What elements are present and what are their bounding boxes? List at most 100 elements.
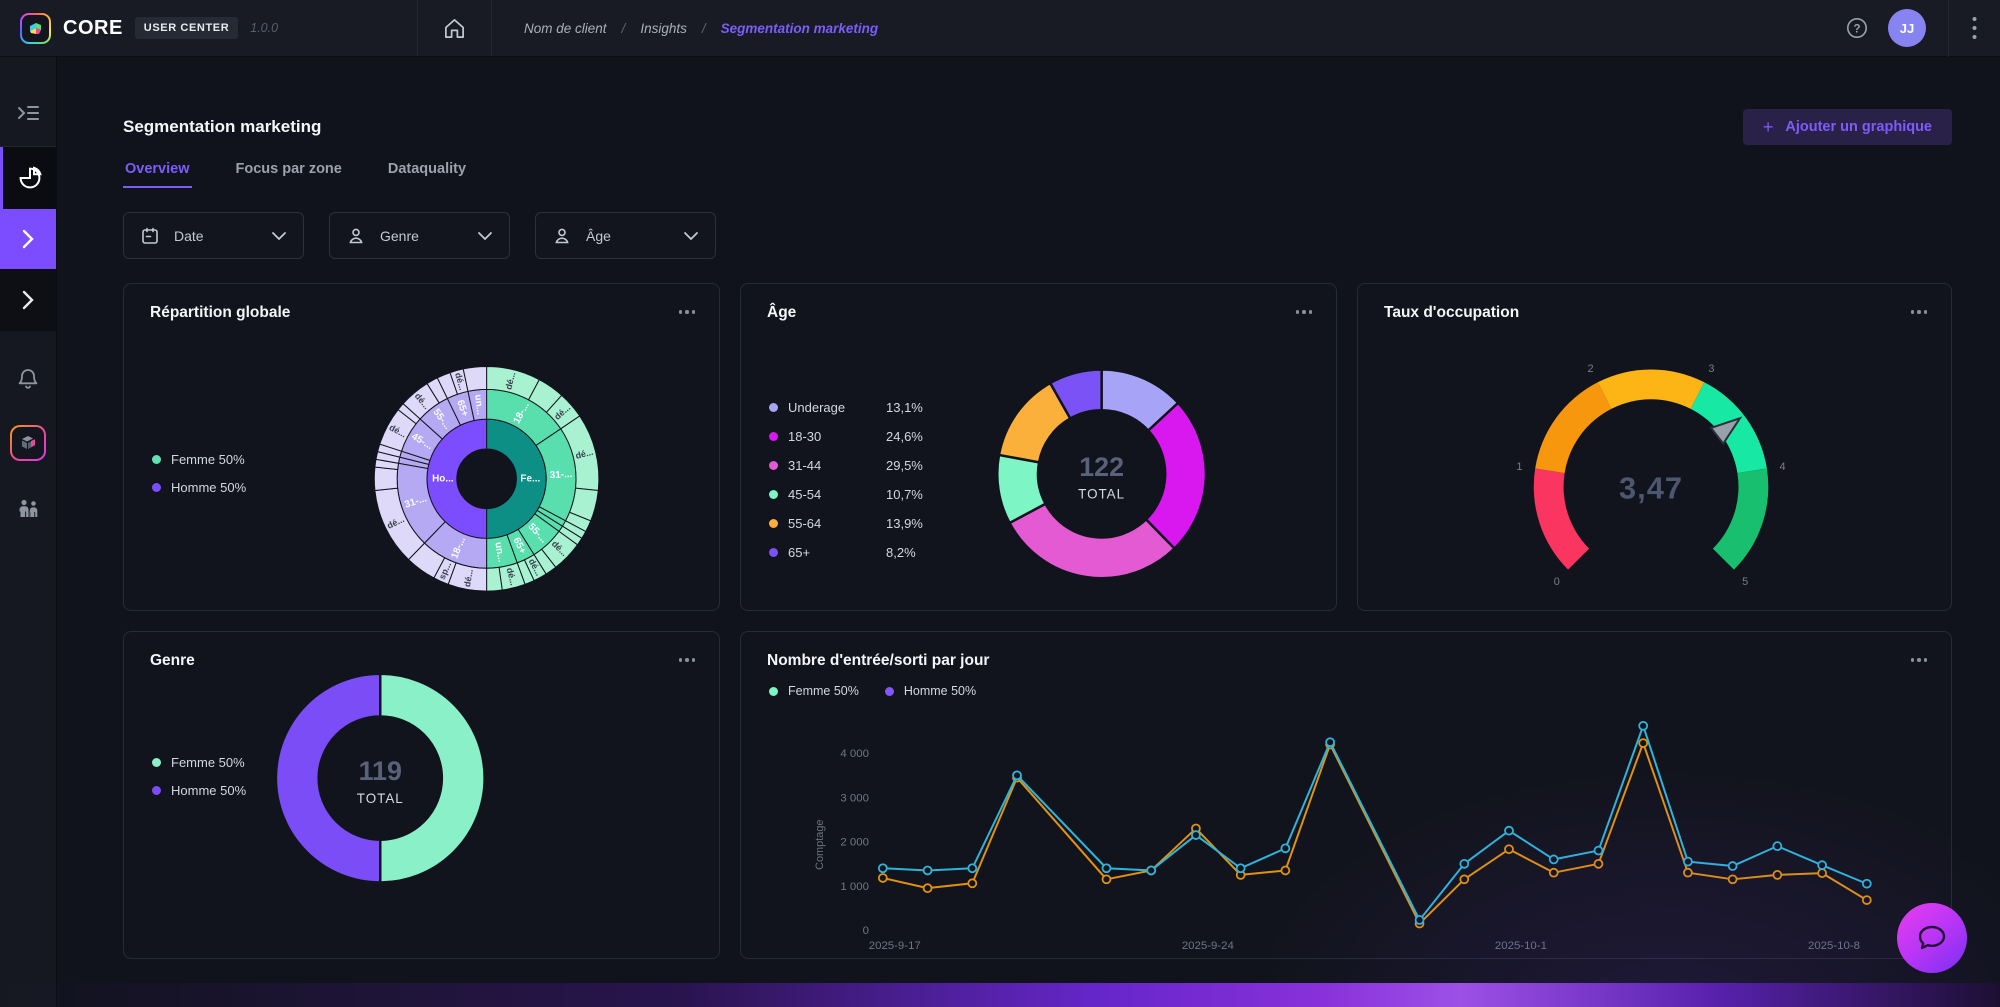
help-icon: ?	[1846, 17, 1868, 39]
core-logo-glyph	[27, 20, 44, 37]
legend-label: 31-44	[788, 458, 876, 473]
svg-text:Fe...: Fe...	[520, 473, 540, 484]
legend-label: 18-30	[788, 429, 876, 444]
chevron-down-icon	[271, 231, 287, 241]
sunburst-chart[interactable]: Fe...Ho...18-...31-...55-...65+un...18-.…	[124, 284, 719, 610]
tab-overview[interactable]: Overview	[123, 161, 192, 188]
legend-item[interactable]: 18-30 24,6%	[769, 429, 923, 444]
chat-fab-button[interactable]	[1897, 903, 1967, 973]
svg-text:2025-9-24: 2025-9-24	[1182, 940, 1235, 952]
legend-item[interactable]: 55-6413,9%	[769, 516, 923, 531]
main-content: Segmentation marketing + Ajouter un grap…	[57, 57, 2000, 1007]
svg-text:Comptage: Comptage	[814, 819, 826, 869]
card-menu-button[interactable]	[1909, 652, 1930, 668]
breadcrumb-item[interactable]: Nom de client	[524, 21, 607, 36]
svg-text:3,47: 3,47	[1619, 471, 1683, 506]
sidebar-item-insights[interactable]	[0, 147, 56, 209]
topbar-menu-button[interactable]	[1949, 16, 2000, 40]
legend-label: Femme 50%	[788, 684, 859, 698]
chart-legend: Femme 50% Homme 50%	[152, 452, 246, 495]
avatar[interactable]: JJ	[1888, 9, 1926, 47]
legend-label: Homme 50%	[171, 480, 246, 495]
plus-icon: +	[1763, 120, 1774, 134]
filter-label: Genre	[380, 228, 419, 244]
cards-grid: Répartition globale Femme 50%Homme 50% F…	[123, 283, 1952, 959]
legend-item[interactable]: 31-4429,5%	[769, 458, 923, 473]
legend-item[interactable]: 65+8,2%	[769, 545, 923, 560]
filter-genre[interactable]: Genre	[329, 212, 510, 259]
chart-legend: Femme 50% Homme 50%	[152, 755, 246, 798]
sidebar	[0, 57, 57, 1007]
legend-value: 24,6%	[886, 429, 923, 444]
breadcrumb-item: Segmentation marketing	[721, 21, 879, 36]
card-menu-button[interactable]	[677, 304, 698, 320]
add-chart-label: Ajouter un graphique	[1785, 119, 1932, 135]
chevron-down-icon	[683, 231, 699, 241]
legend-item[interactable]: 45-54 10,7%	[769, 487, 923, 502]
tab-bar: Overview Focus par zone Dataquality	[123, 161, 1952, 188]
legend-dot	[769, 519, 778, 528]
legend-item[interactable]: Homme 50%	[885, 684, 976, 698]
card-taux-occupation: Taux d'occupation 0123453,47	[1357, 283, 1952, 611]
topbar: CORE USER CENTER 1.0.0 Nom de client/Ins…	[0, 0, 2000, 57]
filter--ge[interactable]: Âge	[535, 212, 716, 259]
legend-dot	[769, 687, 778, 696]
svg-text:0: 0	[1554, 576, 1560, 588]
brand-name: CORE	[63, 17, 123, 40]
legend-label: 45-54	[788, 487, 876, 502]
home-button[interactable]	[418, 0, 491, 56]
user-icon	[346, 226, 366, 246]
card-title: Genre	[150, 652, 195, 670]
pie-chart-icon	[17, 165, 43, 191]
legend-item[interactable]: Femme 50%	[152, 452, 246, 467]
user-icon	[552, 226, 572, 246]
cube-glyph	[18, 433, 38, 453]
add-chart-button[interactable]: + Ajouter un graphique	[1743, 109, 1952, 145]
sidebar-app-logo-button[interactable]	[0, 419, 56, 467]
svg-text:2025-9-17: 2025-9-17	[869, 940, 921, 952]
legend-dot	[769, 432, 778, 441]
svg-text:3 000: 3 000	[840, 792, 869, 804]
card-title: Nombre d'entrée/sorti par jour	[767, 652, 989, 670]
help-button[interactable]: ?	[1846, 17, 1868, 39]
legend-value: 8,2%	[886, 545, 916, 560]
sidebar-item-expand[interactable]	[0, 269, 56, 331]
core-logo-icon[interactable]	[20, 13, 51, 44]
legend-item[interactable]: Homme 50%	[152, 480, 246, 495]
svg-text:1 000: 1 000	[840, 881, 869, 893]
breadcrumb-item[interactable]: Insights	[640, 21, 687, 36]
sidebar-users-button[interactable]	[0, 487, 56, 531]
legend-value: 13,1%	[886, 400, 923, 415]
card-menu-button[interactable]	[1294, 304, 1315, 320]
legend-item[interactable]: Femme 50%	[769, 684, 859, 698]
page-title: Segmentation marketing	[123, 117, 321, 137]
people-icon	[16, 497, 41, 521]
sidebar-collapse-button[interactable]	[0, 85, 56, 141]
card-title: Taux d'occupation	[1384, 304, 1519, 322]
legend-label: Femme 50%	[171, 755, 245, 770]
card-menu-button[interactable]	[1909, 304, 1930, 320]
svg-text:2 000: 2 000	[840, 837, 869, 849]
line-chart[interactable]: 01 0002 0003 0004 000Comptage2025-9-1720…	[741, 632, 1951, 958]
svg-text:4: 4	[1780, 461, 1786, 473]
legend-item[interactable]: Femme 50%	[152, 755, 246, 770]
legend-label: Femme 50%	[171, 452, 245, 467]
filter-date[interactable]: Date	[123, 212, 304, 259]
sidebar-item-expand-active[interactable]	[0, 209, 56, 269]
tab-focus-par-zone[interactable]: Focus par zone	[234, 161, 344, 188]
version-label: 1.0.0	[250, 21, 278, 35]
card-genre: Genre Femme 50%Homme 50% 119TOTAL	[123, 631, 720, 959]
gauge-chart[interactable]: 0123453,47	[1358, 284, 1951, 610]
legend-dot	[769, 548, 778, 557]
card-age: Âge Underage13,1%18-3024,6%31-4429,5%45-…	[740, 283, 1337, 611]
legend-value: 10,7%	[886, 487, 923, 502]
svg-text:TOTAL: TOTAL	[1078, 487, 1125, 502]
sidebar-notifications-button[interactable]	[0, 357, 56, 401]
legend-item[interactable]: Underage13,1%	[769, 400, 923, 415]
svg-text:2025-10-8: 2025-10-8	[1808, 940, 1860, 952]
legend-item[interactable]: Homme 50%	[152, 783, 246, 798]
card-menu-button[interactable]	[677, 652, 698, 668]
svg-text:?: ?	[1853, 23, 1860, 35]
tab-dataquality[interactable]: Dataquality	[386, 161, 468, 188]
card-repartition-globale: Répartition globale Femme 50%Homme 50% F…	[123, 283, 720, 611]
